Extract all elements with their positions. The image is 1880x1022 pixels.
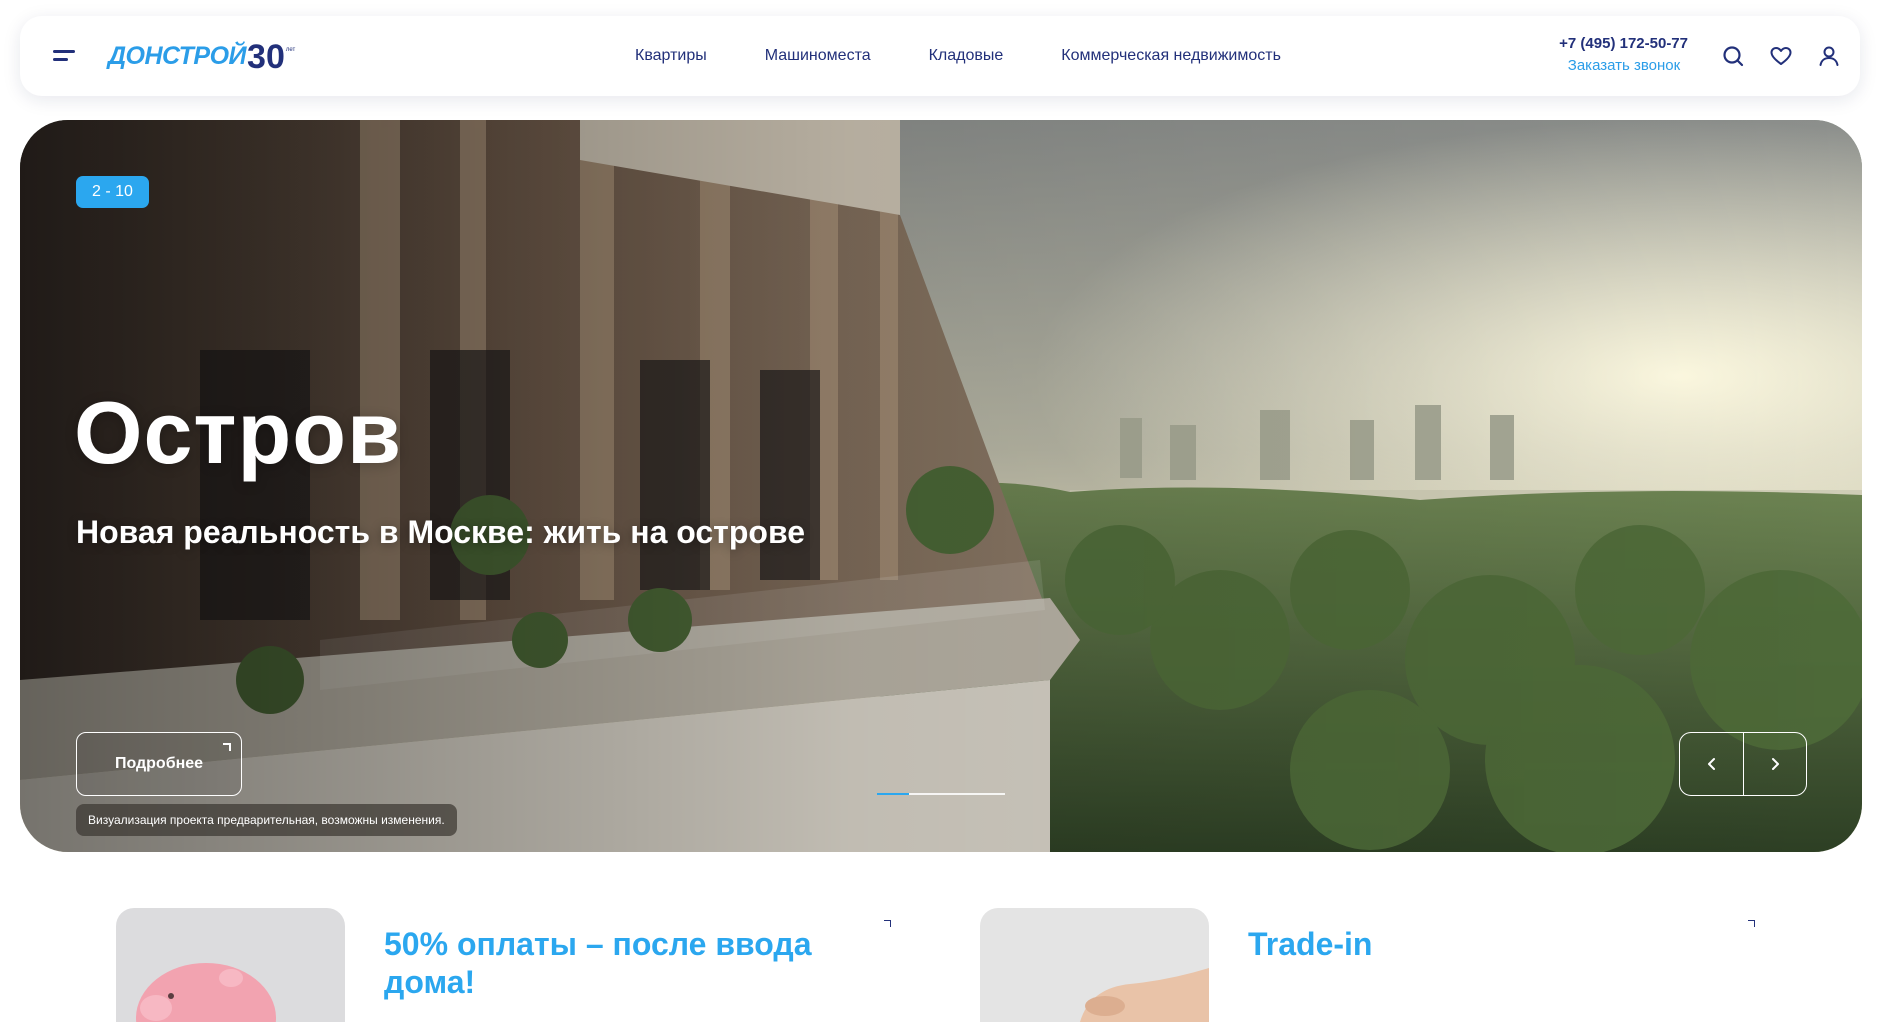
user-icon[interactable] (1816, 43, 1842, 69)
slide-progress (877, 793, 1005, 795)
promo-card[interactable]: Trade-in (980, 908, 1760, 1022)
logo[interactable]: ДОНСТРОЙ 30 лет (108, 36, 295, 76)
disclaimer: Визуализация проекта предварительная, во… (76, 804, 457, 836)
hero-image (20, 120, 1862, 852)
menu-icon[interactable] (53, 46, 77, 66)
heart-icon[interactable] (1768, 43, 1794, 69)
hero-title: Остров (74, 383, 403, 482)
promo-title: Trade-in (1248, 926, 1373, 962)
phone-link[interactable]: +7 (495) 172-50-77 (1548, 35, 1688, 52)
logo-text: ДОНСТРОЙ (108, 41, 247, 70)
corner-arrow-icon (884, 920, 891, 927)
search-icon[interactable] (1720, 43, 1746, 69)
chevron-left-icon (1707, 758, 1715, 770)
next-slide-button[interactable] (1743, 733, 1806, 795)
main-nav: Квартиры Машиноместа Кладовые Коммерческ… (635, 16, 1281, 96)
hero-slider: 2 - 10 Остров Новая реальность в Москве:… (20, 120, 1862, 852)
header-contacts: +7 (495) 172-50-77 Заказать звонок (1548, 35, 1688, 74)
slider-arrows (1679, 732, 1807, 796)
prev-slide-button[interactable] (1680, 733, 1743, 795)
nav-item-parking[interactable]: Машиноместа (765, 47, 871, 65)
callback-link[interactable]: Заказать звонок (1548, 57, 1688, 74)
hero-subtitle: Новая реальность в Москве: жить на остро… (76, 514, 805, 550)
nav-item-storage[interactable]: Кладовые (929, 47, 1004, 65)
corner-arrow-icon (1748, 920, 1755, 927)
nav-item-apartments[interactable]: Квартиры (635, 47, 707, 65)
more-button-label: Подробнее (114, 755, 204, 772)
promo-title: 50% оплаты – после ввода дома! (384, 926, 812, 1000)
hand-image (980, 908, 1209, 1022)
piggy-bank-image (116, 908, 345, 1022)
chevron-right-icon (1772, 758, 1779, 770)
site-header: ДОНСТРОЙ 30 лет Квартиры Машиноместа Кла… (20, 16, 1860, 96)
logo-suffix: лет (285, 47, 296, 53)
hero-badge: 2 - 10 (76, 176, 149, 208)
promo-card[interactable]: 50% оплаты – после ввода дома! (116, 908, 896, 1022)
slide-progress-fill (877, 793, 909, 795)
more-button[interactable]: Подробнее (76, 732, 242, 796)
logo-number: 30 (247, 38, 285, 76)
corner-arrow-icon (223, 743, 231, 751)
nav-item-commercial[interactable]: Коммерческая недвижимость (1061, 47, 1281, 65)
